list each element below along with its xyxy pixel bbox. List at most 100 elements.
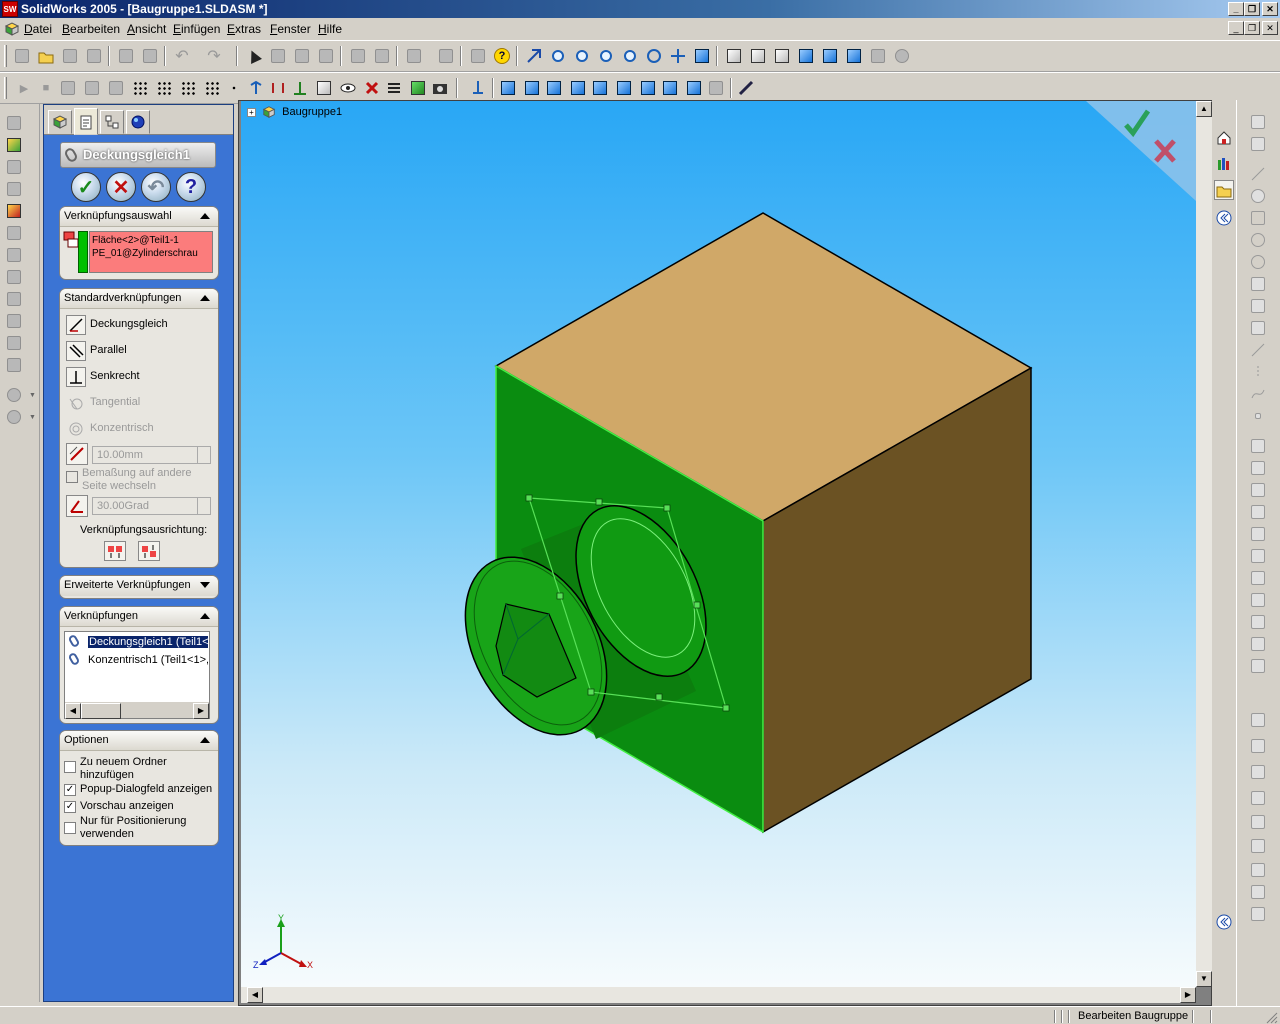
doc-close-button[interactable]: ✕ — [1262, 21, 1278, 35]
solidworks-resources-icon[interactable] — [1214, 128, 1234, 148]
resize-grip-icon[interactable] — [1264, 1010, 1278, 1024]
menu-extras[interactable]: Extras — [227, 22, 261, 36]
menu-einfuegen[interactable]: Einfügen — [173, 22, 220, 36]
mates-header[interactable]: Verknüpfungen — [60, 607, 218, 627]
dimetric-view-icon[interactable] — [684, 78, 704, 98]
shaded-with-edges-icon[interactable] — [796, 46, 816, 66]
line-icon[interactable] — [1243, 164, 1273, 184]
pattern-icon-2[interactable] — [154, 78, 174, 98]
front-view-icon[interactable] — [498, 78, 518, 98]
angle-input[interactable]: 30.00Grad — [92, 497, 211, 515]
move-component-icon[interactable] — [246, 78, 266, 98]
mate-parallel[interactable]: Parallel — [64, 339, 214, 361]
hide-show-icon[interactable] — [5, 224, 23, 242]
tab-property-manager[interactable] — [74, 108, 98, 135]
menu-ansicht[interactable]: Ansicht — [127, 22, 166, 36]
display-relations-icon[interactable] — [1243, 736, 1273, 756]
back-view-icon[interactable] — [522, 78, 542, 98]
options-header[interactable]: Optionen — [60, 731, 218, 751]
options-icon[interactable] — [404, 46, 424, 66]
mate-coincident[interactable]: Deckungsgleich — [64, 313, 214, 335]
rectangle-icon[interactable] — [1243, 208, 1273, 228]
select-icon[interactable] — [244, 46, 264, 66]
add-to-folder-checkbox[interactable] — [64, 761, 76, 773]
reference-tool-icon[interactable] — [5, 356, 23, 374]
spline-icon[interactable] — [1243, 384, 1273, 404]
component-icon[interactable] — [82, 78, 102, 98]
scroll-up-icon[interactable]: ▲ — [1196, 101, 1212, 117]
interference-icon[interactable] — [362, 78, 382, 98]
graphics-area[interactable]: + Baugruppe1 Y X Z — [241, 101, 1196, 987]
centerline-icon[interactable] — [1243, 340, 1273, 360]
menu-bearbeiten[interactable]: Bearbeiten — [62, 22, 120, 36]
restore-button[interactable]: ❐ — [1244, 2, 1260, 16]
table-icon[interactable] — [372, 46, 392, 66]
zoom-to-fit-icon[interactable] — [548, 46, 568, 66]
hidden-lines-removed-icon[interactable] — [772, 46, 792, 66]
construction-line-icon[interactable] — [1243, 362, 1273, 382]
smart-dimension-icon[interactable] — [316, 46, 336, 66]
pattern-icon-4[interactable] — [202, 78, 222, 98]
collapse-pane-icon[interactable] — [1214, 208, 1234, 228]
repair-sketch-icon[interactable] — [1243, 762, 1273, 782]
zoom-to-area-icon[interactable] — [572, 46, 592, 66]
collapse-caret-icon[interactable] — [200, 613, 210, 619]
ok-button[interactable]: ✓ — [71, 172, 101, 202]
collapse-caret-icon[interactable] — [200, 737, 210, 743]
rotate-tool-icon[interactable] — [5, 246, 23, 264]
collapse-caret-icon[interactable] — [200, 213, 210, 219]
scroll-right-icon[interactable]: ▶ — [1180, 987, 1196, 1003]
point-icon[interactable] — [1243, 406, 1273, 426]
document-assembly-icon[interactable] — [4, 21, 20, 37]
instant-3d-icon[interactable] — [436, 46, 456, 66]
selection-item-2[interactable]: PE_01@Zylinderschrau — [92, 247, 210, 260]
isometric-view-icon[interactable] — [638, 78, 658, 98]
camera-icon[interactable] — [430, 78, 450, 98]
open-file-icon[interactable] — [36, 46, 56, 66]
circle-icon[interactable] — [1243, 230, 1273, 250]
view-orientation-icon[interactable] — [692, 46, 712, 66]
play-icon[interactable]: ▶ — [14, 78, 34, 98]
sketch-icon[interactable] — [1243, 112, 1273, 132]
smart-dimension-icon[interactable] — [1243, 134, 1273, 154]
mate-selection-header[interactable]: Verknüpfungsauswahl — [60, 207, 218, 227]
tangent-arc-icon[interactable] — [1243, 274, 1273, 294]
expand-pane-icon[interactable] — [1214, 912, 1234, 932]
mate-concentric[interactable]: Konzentrisch — [64, 417, 214, 439]
doc-restore-button[interactable]: ❐ — [1244, 21, 1260, 35]
angle-mate-icon[interactable] — [66, 495, 88, 517]
record-icon[interactable] — [58, 78, 78, 98]
scale-entities-icon[interactable] — [1243, 656, 1273, 676]
arc-icon[interactable] — [1243, 252, 1273, 272]
show-popup-checkbox[interactable]: ✓ — [64, 784, 76, 796]
section-view-icon[interactable] — [868, 46, 888, 66]
insert-component-icon[interactable] — [106, 78, 126, 98]
three-point-arc-icon[interactable] — [1243, 296, 1273, 316]
trimetric-view-icon[interactable] — [660, 78, 680, 98]
undo-button[interactable]: ↶ — [141, 172, 171, 202]
menu-datei[interactable]: Datei — [24, 22, 52, 36]
zoom-to-selection-icon[interactable] — [620, 46, 640, 66]
sub-assembly-icon[interactable] — [5, 268, 23, 286]
close-button[interactable]: ✕ — [1262, 2, 1278, 16]
new-file-icon[interactable] — [12, 46, 32, 66]
rotate-entities-icon[interactable] — [1243, 612, 1273, 632]
display-tool-icon[interactable] — [5, 386, 23, 404]
rebuild-icon[interactable] — [84, 46, 104, 66]
move-entities-icon[interactable] — [1243, 590, 1273, 610]
add-relation-icon[interactable] — [1243, 710, 1273, 730]
select-filter-icon[interactable] — [268, 46, 288, 66]
minimize-button[interactable]: _ — [1228, 2, 1244, 16]
mates-list-hscrollbar[interactable]: ◀ ▶ — [65, 702, 209, 719]
show-preview-checkbox[interactable]: ✓ — [64, 801, 76, 813]
distance-mate-icon[interactable] — [66, 443, 88, 465]
explode-tool-icon[interactable] — [5, 290, 23, 308]
convert-entities-icon[interactable] — [1243, 524, 1273, 544]
sketch-tool-icon[interactable] — [5, 114, 23, 132]
rotate-component-icon[interactable] — [268, 78, 288, 98]
wireframe-icon[interactable] — [724, 46, 744, 66]
save-icon[interactable] — [60, 46, 80, 66]
redo-icon[interactable]: ↷ — [204, 46, 224, 66]
previous-view-icon[interactable] — [524, 46, 544, 66]
graphics-vscrollbar[interactable]: ▲ ▼ — [1196, 101, 1212, 987]
